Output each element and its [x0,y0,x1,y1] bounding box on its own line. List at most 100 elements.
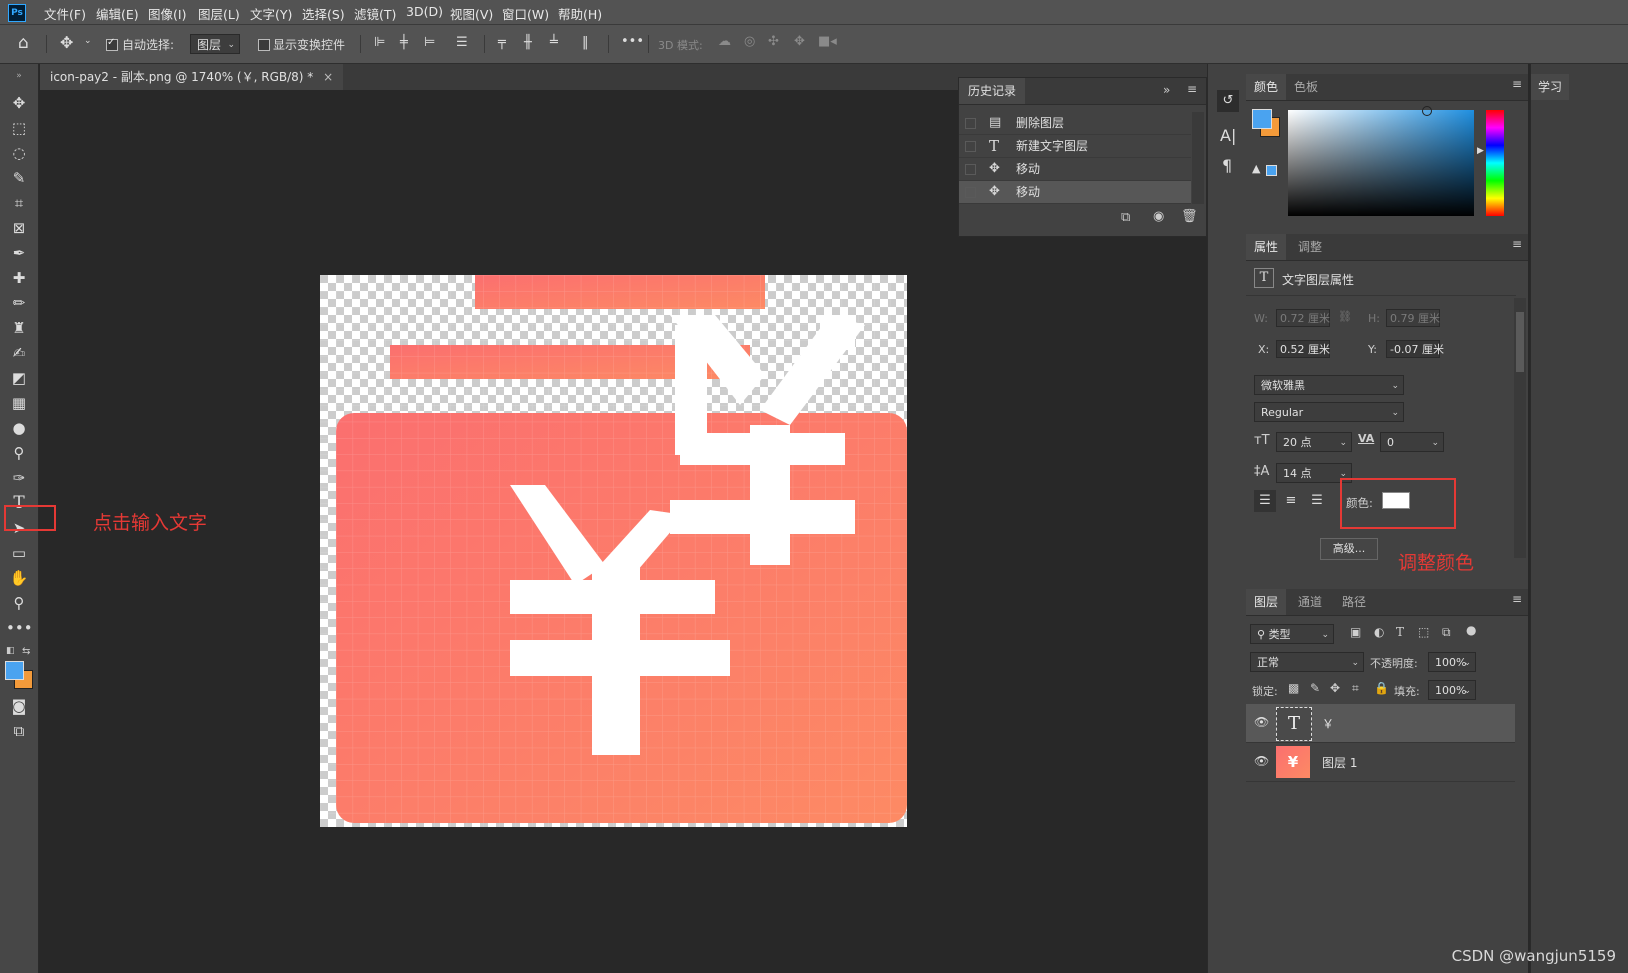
align-vcenter-icon[interactable]: ╫ [524,35,532,50]
blur-tool-icon[interactable]: ● [6,417,32,439]
menu-file[interactable]: 文件(F) [44,4,86,23]
edit-toolbar-icon[interactable]: ••• [6,617,33,639]
font-size-select[interactable]: 20 点 ⌄ [1276,432,1352,452]
filter-smart-object-icon[interactable]: ⧉ [1442,625,1451,640]
panel-menu-icon[interactable]: ≡ [1187,82,1197,96]
paragraph-panel-icon[interactable]: ¶ [1222,156,1232,175]
tab-channels[interactable]: 通道 [1290,589,1330,615]
history-panel-icon[interactable]: ↺ [1217,90,1239,112]
crop-tool-icon[interactable]: ⌗ [6,192,32,214]
color-picker-marker[interactable] [1422,106,1432,116]
new-document-from-state-icon[interactable]: ⧉ [1121,210,1130,225]
panel-menu-icon[interactable]: ≡ [1512,237,1522,251]
align-hcenter-icon[interactable]: ╪ [400,35,408,50]
move-tool-icon[interactable]: ✥ [6,92,32,114]
x-field[interactable]: 0.52 厘米 [1276,340,1330,358]
document-image[interactable] [320,275,907,827]
quick-mask-icon[interactable]: ◙ [6,695,32,717]
tab-history[interactable]: 历史记录 [959,78,1026,104]
frame-tool-icon[interactable]: ⊠ [6,217,32,239]
quick-select-tool-icon[interactable]: ✎ [6,167,32,189]
align-right-text-icon[interactable]: ☰ [1306,490,1328,512]
document-tab[interactable]: icon-pay2 - 副本.png @ 1740% (￥, RGB/8) * … [40,64,344,90]
history-item[interactable]: ✥ 移动 [959,158,1191,181]
font-family-select[interactable]: 微软雅黑 ⌄ [1254,375,1404,395]
hue-slider-pointer-icon[interactable]: ▶ [1477,146,1484,156]
menu-layer[interactable]: 图层(L) [198,4,240,23]
3d-pan-icon[interactable]: ✣ [768,34,779,49]
lock-position-icon[interactable]: ✥ [1330,681,1340,695]
filter-type-icon[interactable]: T [1396,625,1404,639]
align-top-icon[interactable]: ╤ [498,35,506,50]
tab-learn[interactable]: 学习 [1531,74,1569,100]
3d-slide-icon[interactable]: ✥ [794,34,805,49]
tab-adjustments[interactable]: 调整 [1290,234,1330,260]
width-field[interactable]: 0.72 厘米 [1276,309,1330,327]
lock-artboard-icon[interactable]: ⌗ [1352,681,1359,696]
eye-icon[interactable]: 👁 [1254,754,1269,768]
history-checkbox[interactable] [965,187,976,198]
align-center-text-icon[interactable]: ≡ [1280,490,1302,512]
3d-roll-icon[interactable]: ◎ [744,34,755,49]
zoom-tool-icon[interactable]: ⚲ [6,592,32,614]
gradient-tool-icon[interactable]: ▦ [6,392,32,414]
font-style-select[interactable]: Regular ⌄ [1254,402,1404,422]
show-transform-checkbox[interactable] [258,39,270,51]
layer-row-pixel[interactable]: 👁 ¥ 图层 1 [1246,743,1515,782]
link-icon[interactable]: ⛓ [1338,310,1352,323]
menu-edit[interactable]: 编辑(E) [96,4,139,23]
y-field[interactable]: -0.07 厘米 [1386,340,1444,358]
trash-icon[interactable]: 🗑 [1181,209,1198,224]
scrollbar-thumb[interactable] [1516,312,1524,372]
collapse-icon[interactable]: » [6,65,32,87]
eye-icon[interactable]: 👁 [1254,715,1269,729]
align-left-icon[interactable]: ⊫ [374,35,385,50]
history-checkbox[interactable] [965,141,976,152]
marquee-tool-icon[interactable]: ⬚ [6,117,32,139]
advanced-button[interactable]: 高级... [1320,538,1378,560]
tab-swatches[interactable]: 色板 [1286,74,1326,100]
eyedropper-tool-icon[interactable]: ✒ [6,242,32,264]
fill-field[interactable]: 100% ⌄ [1428,680,1476,700]
filter-adjustment-icon[interactable]: ◐ [1374,625,1384,639]
filter-pixel-icon[interactable]: ▣ [1350,625,1361,639]
menu-3d[interactable]: 3D(D) [406,4,443,19]
filter-toggle-icon[interactable]: ● [1466,623,1476,637]
menu-filter[interactable]: 滤镜(T) [354,4,396,23]
menu-image[interactable]: 图像(I) [148,4,186,23]
lock-transparent-icon[interactable]: ▩ [1288,681,1299,695]
align-left-text-icon[interactable]: ☰ [1254,490,1276,512]
tab-paths[interactable]: 路径 [1334,589,1374,615]
height-field[interactable]: 0.79 厘米 [1386,309,1440,327]
close-icon[interactable]: × [323,70,333,84]
distribute-vertical-icon[interactable]: ‖ [582,35,589,50]
move-tool-icon[interactable]: ✥ [60,33,73,52]
character-panel-icon[interactable]: A| [1220,126,1236,145]
tab-properties[interactable]: 属性 [1246,234,1287,260]
color-fg-swatch[interactable] [1252,109,1272,129]
layer-row-text[interactable]: 👁 T ￥ [1246,704,1515,743]
hue-slider[interactable] [1486,110,1504,216]
chevron-down-icon[interactable]: ⌄ [84,36,92,46]
tracking-select[interactable]: 0 ⌄ [1380,432,1444,452]
align-right-icon[interactable]: ⊨ [424,35,435,50]
history-checkbox[interactable] [965,118,976,129]
menu-select[interactable]: 选择(S) [302,4,345,23]
history-item-selected[interactable]: ✥ 移动 [959,181,1191,204]
expand-icon[interactable]: » [1163,83,1170,97]
default-colors-icon[interactable]: ◧ [6,646,15,656]
tab-layers[interactable]: 图层 [1246,589,1287,615]
panel-menu-icon[interactable]: ≡ [1512,77,1522,91]
lasso-tool-icon[interactable]: ◌ [6,142,32,164]
screen-mode-icon[interactable]: ⧉ [6,720,32,742]
menu-type[interactable]: 文字(Y) [250,4,292,23]
menu-window[interactable]: 窗口(W) [502,4,549,23]
healing-brush-tool-icon[interactable]: ✚ [6,267,32,289]
filter-shape-icon[interactable]: ⬚ [1418,625,1429,639]
align-bottom-icon[interactable]: ╧ [550,35,558,50]
color-field[interactable] [1288,110,1474,216]
home-icon[interactable]: ⌂ [18,33,29,53]
brush-tool-icon[interactable]: ✏ [6,292,32,314]
history-item[interactable]: T 新建文字图层 [959,135,1191,158]
tab-color[interactable]: 颜色 [1246,74,1287,100]
